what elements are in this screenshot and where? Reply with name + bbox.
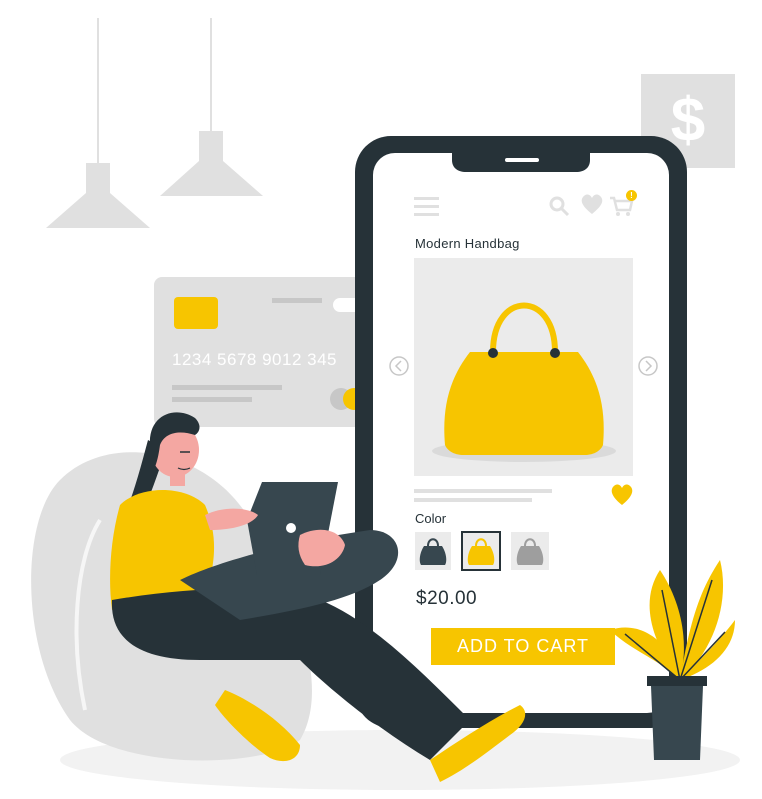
- lamp-right: [160, 18, 263, 196]
- add-to-cart-button[interactable]: ADD TO CART: [431, 628, 615, 665]
- product-title: Modern Handbag: [415, 236, 520, 251]
- cart-badge: !: [626, 190, 637, 201]
- carousel-prev-icon[interactable]: [389, 356, 409, 376]
- card-number-text: 1234 5678 9012 345: [172, 350, 337, 369]
- color-label: Color: [415, 511, 447, 526]
- description-line: [414, 489, 552, 493]
- color-swatch-dark-teal[interactable]: [415, 532, 451, 570]
- color-swatch-yellow[interactable]: [461, 531, 501, 571]
- price: $20.00: [416, 588, 478, 609]
- carousel-next-icon[interactable]: [638, 356, 658, 376]
- lamp-left: [46, 18, 150, 228]
- dollar-sign-text: $: [670, 86, 706, 155]
- card-chip: [174, 297, 218, 329]
- menu-icon[interactable]: [414, 197, 439, 216]
- color-swatch-gray[interactable]: [511, 532, 549, 570]
- description-line: [414, 498, 532, 502]
